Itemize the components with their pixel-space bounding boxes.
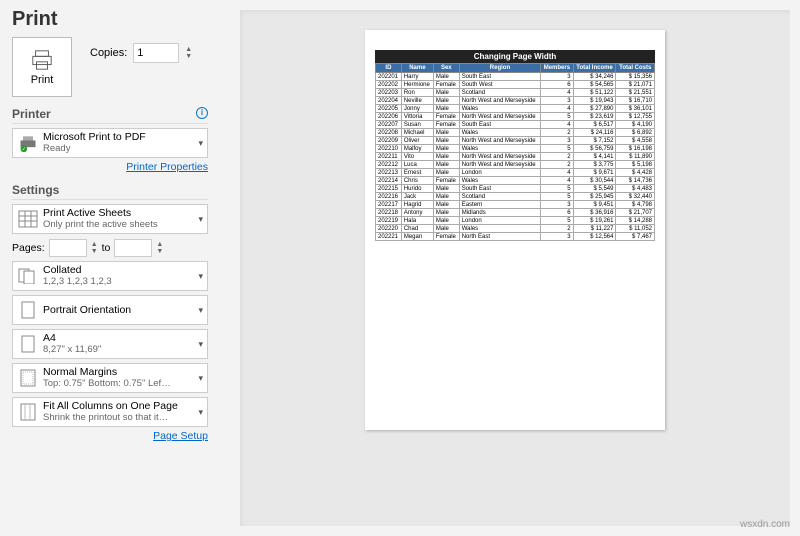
table-header: Total Income bbox=[573, 64, 616, 73]
chevron-down-icon: ▾ bbox=[198, 214, 203, 225]
table-row: 202212LucaMaleNorth West and Merseyside2… bbox=[376, 161, 655, 169]
preview-table: IDNameSexRegionMembersTotal IncomeTotal … bbox=[375, 63, 655, 241]
printer-status: Ready bbox=[43, 143, 173, 154]
sheets-icon bbox=[17, 208, 39, 230]
table-row: 202220ChadMaleWales2$ 11,227$ 11,052 bbox=[376, 225, 655, 233]
margins-selector[interactable]: Normal MarginsTop: 0.75" Bottom: 0.75" L… bbox=[12, 363, 208, 393]
portrait-icon bbox=[17, 299, 39, 321]
copies-input[interactable] bbox=[133, 43, 179, 63]
table-row: 202208MichaelMaleWales2$ 24,116$ 6,892 bbox=[376, 129, 655, 137]
table-row: 202210MalfoyMaleWales5$ 56,759$ 16,198 bbox=[376, 145, 655, 153]
printer-name: Microsoft Print to PDF bbox=[43, 132, 198, 143]
settings-heading: Settings bbox=[12, 183, 208, 200]
table-row: 202211VitoMaleNorth West and Merseyside2… bbox=[376, 153, 655, 161]
page-title: Print bbox=[12, 8, 208, 31]
page-icon bbox=[17, 333, 39, 355]
info-icon[interactable]: i bbox=[196, 107, 208, 119]
margins-icon bbox=[17, 367, 39, 389]
printer-ready-icon: ✓ bbox=[17, 132, 39, 154]
table-row: 202213ErnestMaleLondon4$ 9,671$ 4,428 bbox=[376, 169, 655, 177]
scaling-selector[interactable]: Fit All Columns on One PageShrink the pr… bbox=[12, 397, 208, 427]
table-header: Name bbox=[401, 64, 433, 73]
chevron-down-icon: ▾ bbox=[198, 305, 203, 316]
table-row: 202215HuridoMaleSouth East5$ 5,549$ 4,48… bbox=[376, 185, 655, 193]
printer-icon bbox=[29, 49, 55, 74]
table-row: 202204NevilleMaleNorth West and Merseysi… bbox=[376, 97, 655, 105]
pages-to-label: to bbox=[102, 242, 111, 254]
chevron-down-icon: ▾ bbox=[198, 407, 203, 418]
pages-from-input[interactable] bbox=[49, 239, 87, 257]
print-button-label: Print bbox=[31, 74, 54, 86]
table-header: ID bbox=[376, 64, 402, 73]
print-button[interactable]: Print bbox=[12, 37, 72, 97]
pages-label: Pages: bbox=[12, 242, 45, 254]
print-scope-selector[interactable]: Print Active SheetsOnly print the active… bbox=[12, 204, 208, 234]
table-row: 202206VittoriaFemaleNorth West and Merse… bbox=[376, 113, 655, 121]
svg-text:✓: ✓ bbox=[22, 147, 26, 153]
table-row: 202205JonnyMaleWales4$ 27,890$ 36,101 bbox=[376, 105, 655, 113]
fit-columns-icon bbox=[17, 401, 39, 423]
printer-heading: Printer i bbox=[12, 107, 208, 124]
chevron-down-icon: ▾ bbox=[198, 339, 203, 350]
chevron-down-icon: ▾ bbox=[198, 271, 203, 282]
table-row: 202217HagridMaleEastern3$ 9,451$ 4,798 bbox=[376, 201, 655, 209]
page-setup-link[interactable]: Page Setup bbox=[12, 430, 208, 442]
collated-icon bbox=[17, 265, 39, 287]
table-row: 202207SusanFemaleSouth East4$ 6,517$ 4,1… bbox=[376, 121, 655, 129]
table-row: 202202HermioneFemaleSouth West6$ 54,565$… bbox=[376, 81, 655, 89]
copies-spinner[interactable]: ▲▼ bbox=[185, 46, 192, 60]
collation-selector[interactable]: Collated1,2,3 1,2,3 1,2,3 ▾ bbox=[12, 261, 208, 291]
preview-title: Changing Page Width bbox=[375, 50, 655, 63]
table-row: 202219HalaMaleLondon5$ 19,261$ 14,288 bbox=[376, 217, 655, 225]
table-header: Region bbox=[459, 64, 541, 73]
chevron-down-icon: ▾ bbox=[198, 373, 203, 384]
printer-properties-link[interactable]: Printer Properties bbox=[12, 161, 208, 173]
orientation-selector[interactable]: Portrait Orientation ▾ bbox=[12, 295, 208, 325]
table-row: 202218AntonyMaleMidlands6$ 36,916$ 21,70… bbox=[376, 209, 655, 217]
chevron-down-icon: ▾ bbox=[198, 138, 203, 149]
print-preview-area: Changing Page Width IDNameSexRegionMembe… bbox=[240, 10, 790, 526]
table-row: 202201HarryMaleSouth East3$ 34,246$ 15,3… bbox=[376, 73, 655, 81]
table-header: Total Costs bbox=[616, 64, 655, 73]
table-header: Sex bbox=[433, 64, 459, 73]
preview-page: Changing Page Width IDNameSexRegionMembe… bbox=[365, 30, 665, 430]
table-row: 202203RonMaleScotland4$ 51,122$ 21,551 bbox=[376, 89, 655, 97]
pages-to-spinner[interactable]: ▲▼ bbox=[156, 241, 163, 255]
table-row: 202209OliverMaleNorth West and Merseysid… bbox=[376, 137, 655, 145]
paper-size-selector[interactable]: A48,27" x 11,69" ▾ bbox=[12, 329, 208, 359]
table-row: 202216JackMaleScotland5$ 25,945$ 32,440 bbox=[376, 193, 655, 201]
copies-label: Copies: bbox=[90, 47, 127, 59]
pages-to-input[interactable] bbox=[114, 239, 152, 257]
watermark: wsxdn.com bbox=[740, 519, 790, 530]
pages-from-spinner[interactable]: ▲▼ bbox=[91, 241, 98, 255]
table-row: 202214ChrisFemaleWales4$ 30,544$ 14,736 bbox=[376, 177, 655, 185]
printer-selector[interactable]: ✓ Microsoft Print to PDF Ready ▾ bbox=[12, 128, 208, 158]
table-header: Members bbox=[541, 64, 573, 73]
table-row: 202221MeganFemaleNorth East3$ 12,564$ 7,… bbox=[376, 233, 655, 241]
